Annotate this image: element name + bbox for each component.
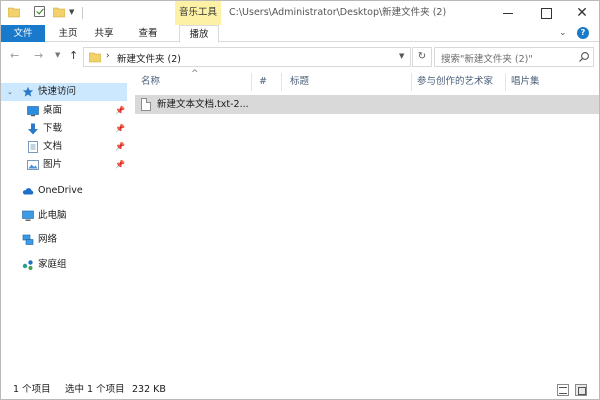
column-header-name[interactable]: 名称 — [141, 73, 160, 91]
sidebar-item-network[interactable]: 网络 — [1, 231, 127, 249]
homegroup-icon — [22, 260, 33, 270]
sidebar-item-label: 网络 — [38, 234, 58, 245]
tab-share[interactable]: 共享 — [89, 25, 119, 42]
column-header-title[interactable]: 标题 — [290, 73, 309, 91]
breadcrumb[interactable]: 新建文件夹 (2) — [117, 51, 181, 65]
tab-view[interactable]: 查看 — [133, 25, 163, 42]
status-bar: 1 个项目 选中 1 个项目 232 KB — [1, 381, 599, 399]
properties-icon[interactable] — [34, 6, 45, 17]
sidebar-item-label: 此电脑 — [38, 210, 67, 221]
search-icon — [579, 52, 589, 62]
forward-arrow-icon[interactable]: → — [34, 49, 43, 62]
file-list: ^ 名称 # 标题 参与创作的艺术家 唱片集 新建文本文档.txt-2... — [127, 69, 599, 381]
sidebar-item-downloads[interactable]: 下载 📌 — [1, 120, 127, 138]
new-folder-icon[interactable] — [53, 6, 65, 18]
computer-icon — [22, 210, 34, 221]
pin-icon[interactable]: 📌 — [115, 102, 125, 120]
sidebar-item-desktop[interactable]: 桌面 📌 — [1, 102, 127, 120]
pin-icon[interactable]: 📌 — [115, 120, 125, 138]
sidebar-item-label: 文档 — [43, 141, 63, 152]
star-icon — [22, 86, 34, 97]
column-divider[interactable] — [251, 73, 252, 91]
tab-file[interactable]: 文件 — [1, 25, 45, 42]
download-icon — [28, 123, 38, 135]
pin-icon[interactable]: 📌 — [115, 138, 125, 156]
chevron-down-icon[interactable]: ⌄ — [559, 28, 567, 38]
title-bar: ▼ 音乐工具 C:\Users\Administrator\Desktop\新建… — [1, 1, 599, 25]
text-file-icon — [141, 98, 151, 111]
sidebar-item-homegroup[interactable]: 家庭组 — [1, 256, 127, 274]
cloud-icon — [22, 188, 34, 195]
sidebar-item-quick-access[interactable]: ⌄ 快速访问 — [1, 83, 127, 101]
pin-icon[interactable]: 📌 — [115, 156, 125, 174]
chevron-down-icon[interactable]: ▼ — [399, 52, 404, 60]
sidebar-item-label: OneDrive — [38, 185, 83, 196]
customize-quick-access-icon[interactable]: ▼ — [69, 8, 74, 22]
search-input[interactable]: 搜索"新建文件夹 (2)" — [434, 47, 594, 67]
column-divider[interactable] — [281, 73, 282, 91]
sidebar-item-documents[interactable]: 文档 📌 — [1, 138, 127, 156]
refresh-button[interactable]: ↻ — [412, 47, 432, 67]
explorer-window: ▼ 音乐工具 C:\Users\Administrator\Desktop\新建… — [0, 0, 600, 400]
file-name[interactable]: 新建文本文档.txt-2... — [157, 95, 249, 114]
sidebar-item-label: 快速访问 — [38, 86, 77, 97]
sidebar-item-label: 图片 — [43, 159, 63, 170]
column-header-artist[interactable]: 参与创作的艺术家 — [417, 73, 493, 91]
divider — [82, 7, 83, 19]
tab-play[interactable]: 播放 — [179, 25, 219, 43]
folder-icon — [89, 52, 101, 63]
item-count: 1 个项目 — [13, 384, 51, 395]
document-icon — [28, 141, 38, 153]
maximize-button[interactable] — [529, 1, 563, 25]
table-row[interactable]: 新建文本文档.txt-2... — [135, 95, 599, 114]
column-header-track[interactable]: # — [259, 73, 267, 91]
sidebar-item-label: 下载 — [43, 123, 63, 134]
column-divider[interactable] — [411, 73, 412, 91]
ribbon-tabs: 文件 主页 共享 查看 播放 ⌄ ? — [1, 25, 599, 43]
help-icon[interactable]: ? — [577, 27, 589, 39]
up-arrow-icon[interactable]: ↑ — [69, 49, 78, 62]
back-arrow-icon[interactable]: ← — [10, 49, 19, 62]
pictures-icon — [27, 160, 39, 170]
sidebar-item-this-pc[interactable]: 此电脑 — [1, 207, 127, 225]
selection-size: 232 KB — [132, 384, 166, 395]
navigation-pane: ⌄ 快速访问 桌面 📌 下载 📌 文档 📌 图片 📌 OneDrive 此电脑 … — [1, 73, 127, 381]
minimize-button[interactable] — [491, 1, 525, 25]
large-icons-view-button[interactable] — [575, 384, 587, 396]
folder-icon — [8, 7, 20, 18]
sidebar-item-pictures[interactable]: 图片 📌 — [1, 156, 127, 174]
selection-count: 选中 1 个项目 — [65, 384, 125, 395]
network-icon — [22, 234, 34, 245]
window-title: C:\Users\Administrator\Desktop\新建文件夹 (2) — [229, 7, 447, 18]
chevron-down-icon[interactable]: ⌄ — [7, 83, 13, 101]
search-placeholder: 搜索"新建文件夹 (2)" — [441, 54, 533, 65]
address-row: ← → ▼ ↑ › 新建文件夹 (2) ▼ ↻ 搜索"新建文件夹 (2)" — [1, 43, 599, 71]
recent-locations-icon[interactable]: ▼ — [55, 51, 60, 59]
column-divider[interactable] — [505, 73, 506, 91]
address-bar[interactable]: › 新建文件夹 (2) ▼ — [83, 47, 411, 67]
column-header-album[interactable]: 唱片集 — [511, 73, 540, 91]
details-view-button[interactable] — [557, 384, 569, 396]
sidebar-item-label: 家庭组 — [38, 259, 67, 270]
chevron-right-icon[interactable]: › — [106, 51, 110, 61]
close-button[interactable]: ✕ — [565, 1, 599, 25]
sort-ascending-icon: ^ — [191, 69, 199, 79]
desktop-icon — [27, 106, 39, 117]
sidebar-item-onedrive[interactable]: OneDrive — [1, 182, 127, 200]
context-tab-music-tools: 音乐工具 — [175, 1, 221, 25]
sidebar-item-label: 桌面 — [43, 105, 63, 116]
tab-home[interactable]: 主页 — [53, 25, 83, 42]
